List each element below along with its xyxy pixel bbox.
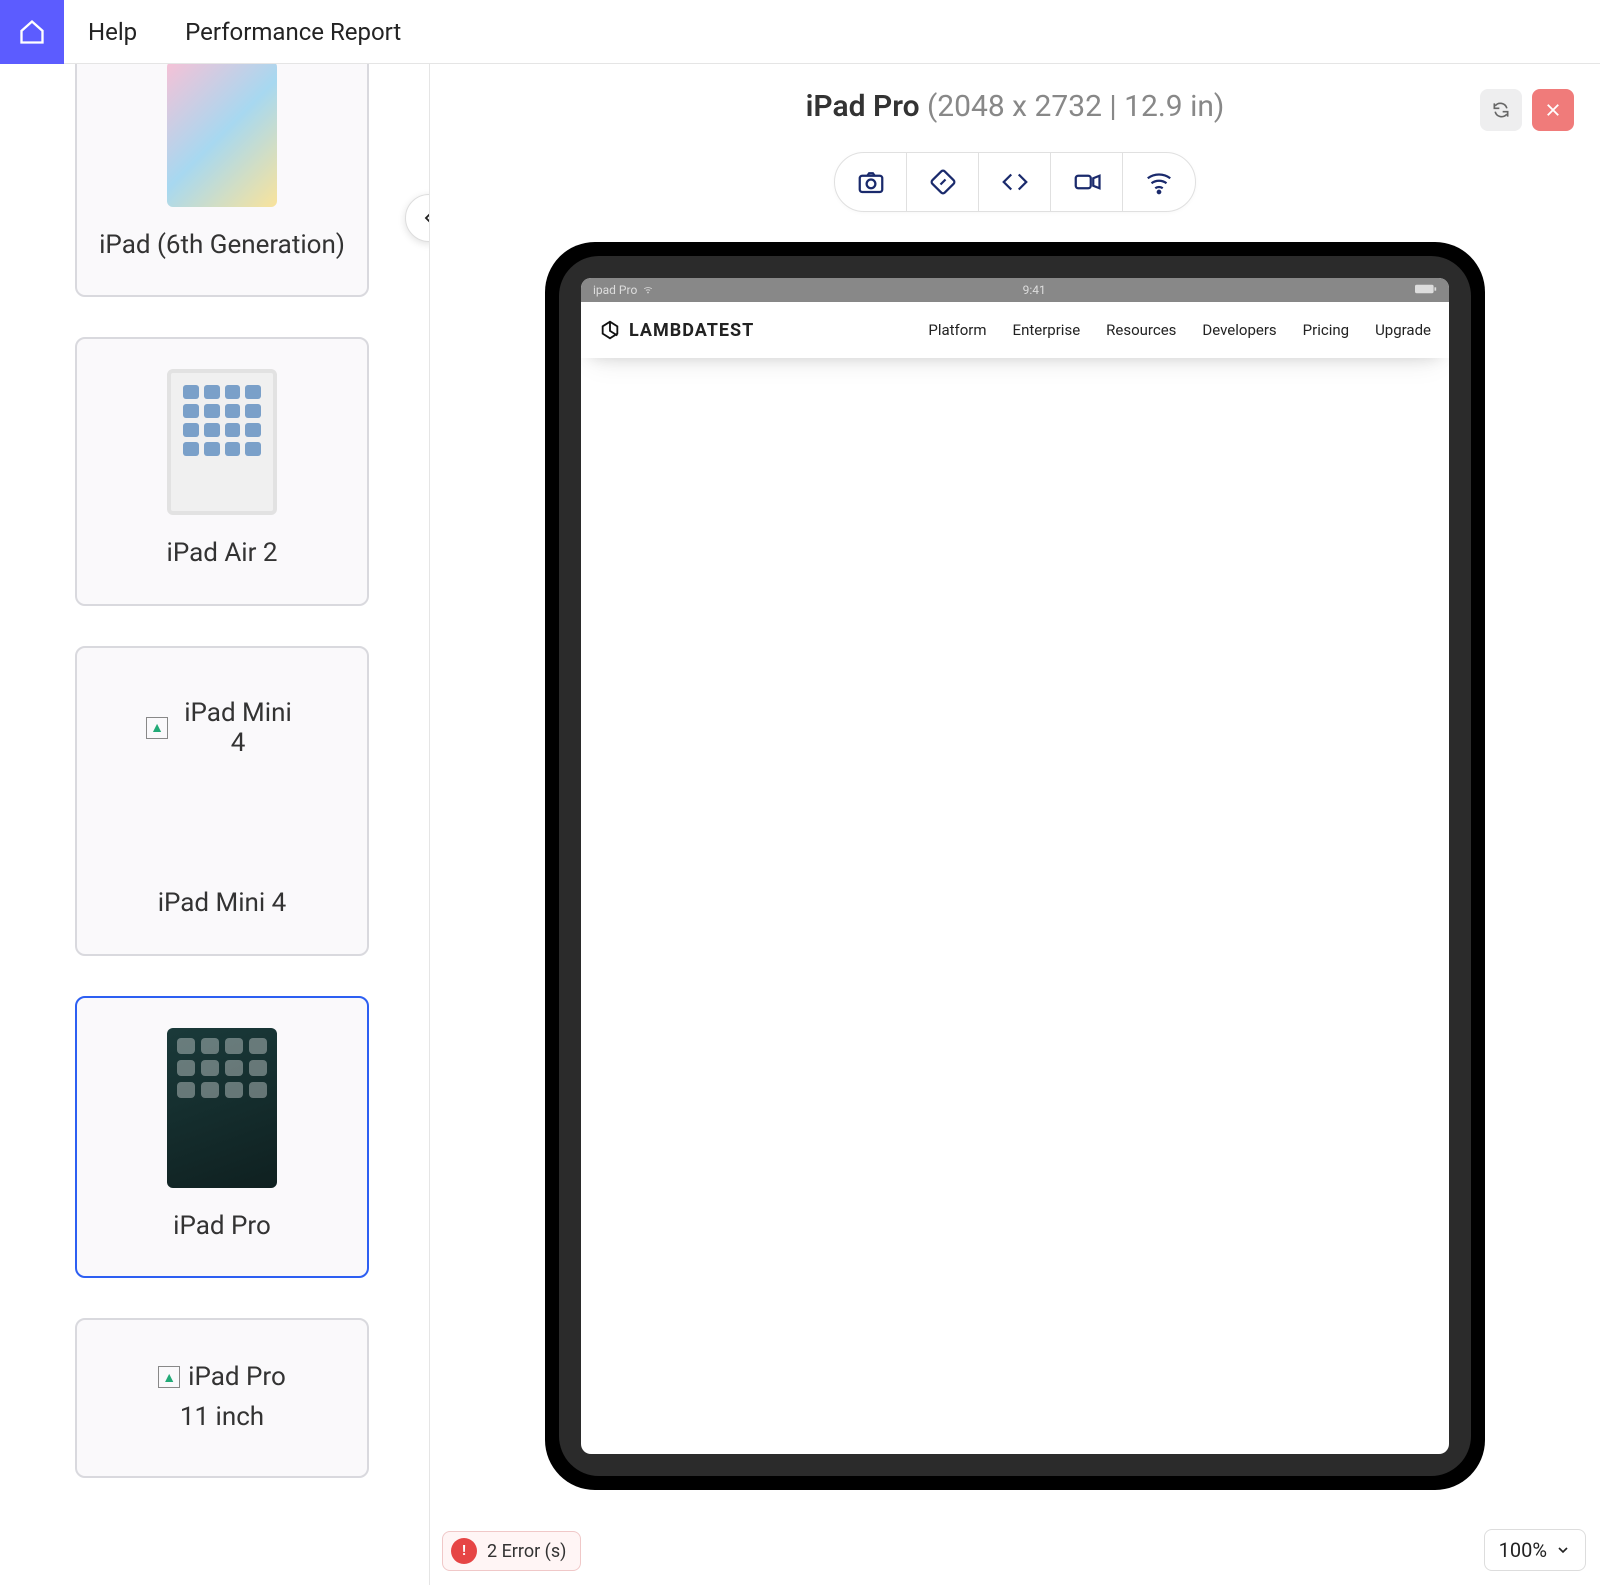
device-thumb: [167, 64, 277, 207]
top-bar: Help Performance Report: [0, 0, 1600, 64]
network-button[interactable]: [1123, 153, 1195, 211]
nav-links: Platform Enterprise Resources Developers…: [928, 321, 1431, 339]
video-icon: [1072, 167, 1102, 197]
broken-image-icon: ▲iPad Pro 11 inch: [158, 1362, 286, 1432]
status-device-name: ipad Pro: [593, 283, 637, 297]
rotate-icon: [928, 167, 958, 197]
device-card-ipad-6[interactable]: iPad (6th Generation): [75, 64, 369, 297]
error-text: 2 Error (s): [487, 1541, 566, 1562]
device-sidebar: iPad (6th Generation) iPad Air 2 ▲ iPad …: [0, 64, 430, 1585]
home-button[interactable]: [0, 0, 64, 64]
status-time: 9:41: [1023, 283, 1046, 297]
device-screen[interactable]: ipad Pro 9:41 LAMBDATEST Platform: [581, 278, 1449, 1454]
error-pill[interactable]: ! 2 Error (s): [442, 1531, 581, 1571]
devtools-button[interactable]: [979, 153, 1051, 211]
device-name: iPad Pro: [806, 89, 927, 124]
device-label: iPad Pro: [173, 1208, 271, 1244]
device-label: iPad (6th Generation): [99, 227, 345, 263]
refresh-icon: [1491, 100, 1511, 120]
nav-platform[interactable]: Platform: [928, 321, 986, 339]
record-button[interactable]: [1051, 153, 1123, 211]
nav-resources[interactable]: Resources: [1106, 321, 1176, 339]
chevron-left-icon: [420, 209, 430, 227]
performance-report-link[interactable]: Performance Report: [161, 18, 425, 46]
zoom-selector[interactable]: 100%: [1484, 1529, 1586, 1571]
nav-pricing[interactable]: Pricing: [1303, 321, 1349, 339]
rotate-button[interactable]: [907, 153, 979, 211]
device-label: iPad Mini 4: [158, 885, 287, 921]
screenshot-button[interactable]: [835, 153, 907, 211]
device-card-ipad-pro-11[interactable]: ▲iPad Pro 11 inch: [75, 1318, 369, 1478]
device-toolbar: [834, 152, 1196, 212]
close-button[interactable]: [1532, 89, 1574, 131]
nav-upgrade[interactable]: Upgrade: [1375, 321, 1431, 339]
device-card-ipad-mini4[interactable]: ▲ iPad Mini 4 iPad Mini 4: [75, 646, 369, 956]
device-spec: (2048 x 2732 | 12.9 in): [927, 89, 1224, 124]
nav-developers[interactable]: Developers: [1202, 321, 1276, 339]
device-card-ipad-pro[interactable]: iPad Pro: [75, 996, 369, 1278]
error-badge-icon: !: [451, 1538, 477, 1564]
chevron-down-icon: [1555, 1542, 1571, 1558]
logo-icon: [599, 319, 621, 341]
status-bar: ipad Pro 9:41: [581, 278, 1449, 302]
brand-text: LAMBDATEST: [629, 320, 754, 341]
device-thumb: [167, 1028, 277, 1188]
device-card-ipad-air2[interactable]: iPad Air 2: [75, 337, 369, 605]
home-icon: [18, 18, 46, 46]
device-header: iPad Pro (2048 x 2732 | 12.9 in): [806, 89, 1225, 124]
battery-icon: [1415, 283, 1437, 298]
device-frame: ipad Pro 9:41 LAMBDATEST Platform: [545, 242, 1485, 1490]
device-thumb: [167, 369, 277, 515]
wifi-icon: [643, 285, 653, 295]
site-navbar: LAMBDATEST Platform Enterprise Resources…: [581, 302, 1449, 358]
refresh-button[interactable]: [1480, 89, 1522, 131]
body-row: iPad (6th Generation) iPad Air 2 ▲ iPad …: [0, 64, 1600, 1585]
main-panel: iPad Pro (2048 x 2732 | 12.9 in): [430, 64, 1600, 1585]
code-icon: [1000, 167, 1030, 197]
brand-logo[interactable]: LAMBDATEST: [599, 319, 754, 341]
wifi-icon: [1144, 167, 1174, 197]
device-label: iPad Air 2: [167, 535, 278, 571]
close-icon: [1544, 101, 1562, 119]
zoom-value: 100%: [1499, 1538, 1547, 1562]
camera-icon: [856, 167, 886, 197]
nav-enterprise[interactable]: Enterprise: [1013, 321, 1081, 339]
help-link[interactable]: Help: [64, 18, 161, 46]
broken-image-icon: ▲ iPad Mini 4: [146, 698, 298, 758]
collapse-sidebar-button[interactable]: [405, 194, 430, 242]
